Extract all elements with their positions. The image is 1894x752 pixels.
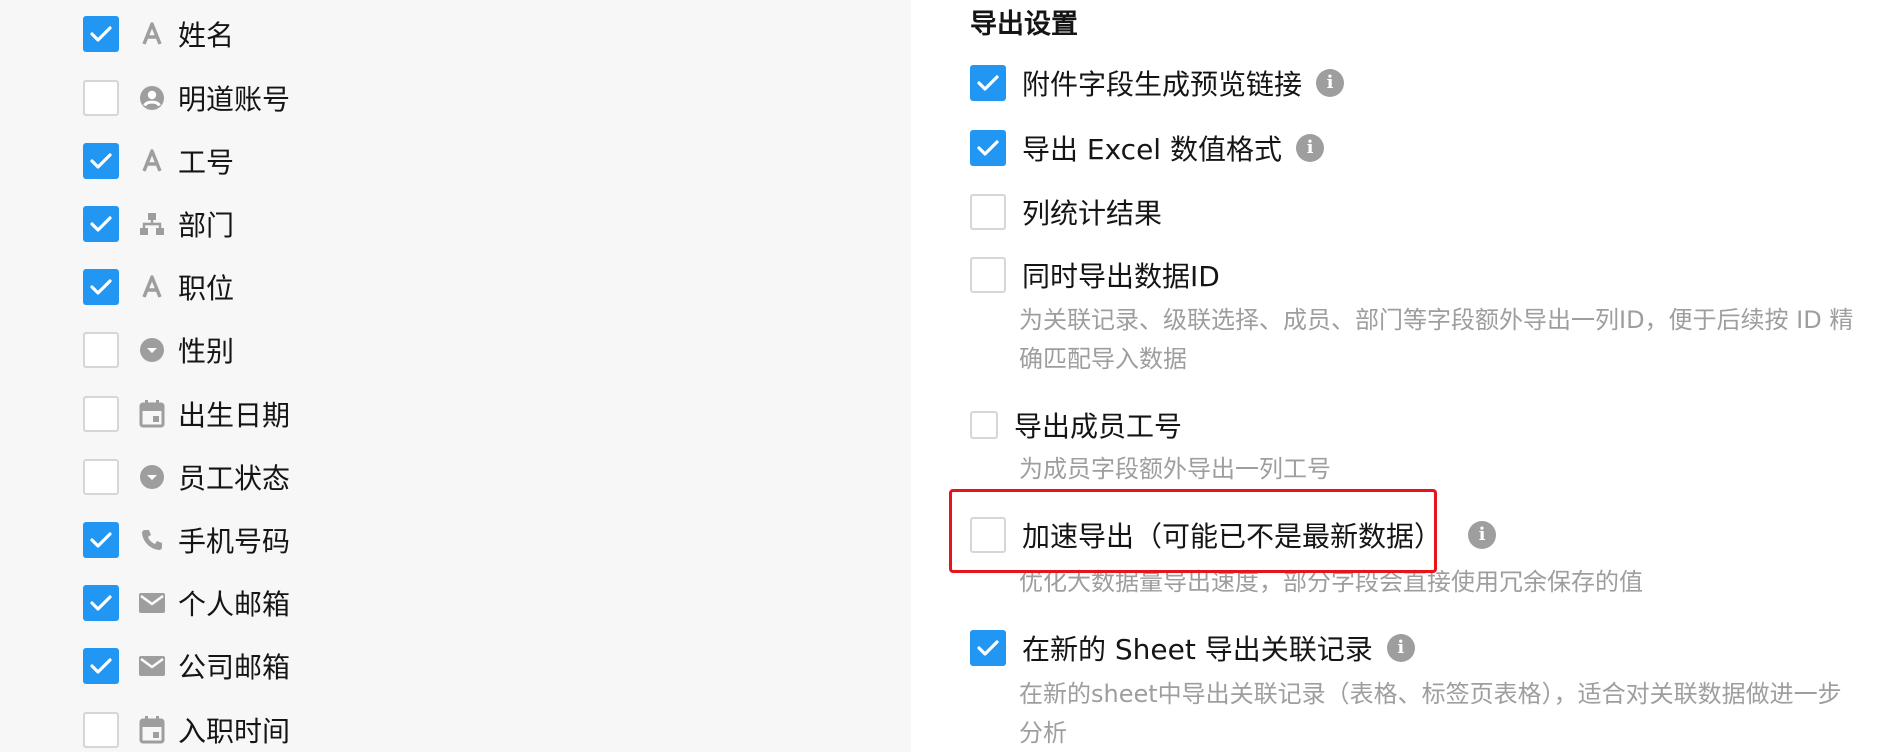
field-row-birthdate[interactable]: 出生日期: [83, 395, 290, 433]
calendar-icon: [139, 716, 165, 744]
field-list-panel: 姓名 明道账号 工号 部门 职位 性别 出生日期 员工状态 手机号码 个人邮箱 …: [0, 0, 911, 752]
field-label: 员工状态: [178, 462, 291, 495]
field-checkbox[interactable]: [83, 396, 119, 432]
text-icon: [139, 21, 165, 47]
option-export-data-id[interactable]: 同时导出数据ID: [970, 256, 1220, 294]
text-icon: [139, 148, 165, 174]
field-checkbox[interactable]: [83, 80, 119, 116]
field-checkbox[interactable]: [83, 269, 119, 305]
field-row-phone[interactable]: 手机号码: [83, 521, 290, 559]
option-export-member-id[interactable]: 导出成员工号: [970, 406, 1182, 444]
option-checkbox[interactable]: [970, 65, 1006, 101]
field-label: 职位: [178, 272, 235, 305]
field-label: 明道账号: [178, 83, 291, 116]
field-label: 手机号码: [178, 525, 291, 558]
info-icon[interactable]: i: [1295, 134, 1324, 162]
dropdown-circle-icon: [139, 337, 165, 363]
field-label: 个人邮箱: [178, 588, 291, 621]
field-row-gender[interactable]: 性别: [83, 331, 234, 369]
field-row-name[interactable]: 姓名: [83, 15, 234, 53]
option-related-records-new-sheet[interactable]: 在新的 Sheet 导出关联记录 i: [970, 629, 1415, 667]
option-label: 导出 Excel 数值格式: [1022, 133, 1282, 166]
option-attachment-preview-link[interactable]: 附件字段生成预览链接 i: [970, 64, 1345, 102]
field-checkbox[interactable]: [83, 143, 119, 179]
field-row-company-email[interactable]: 公司邮箱: [83, 647, 290, 685]
field-row-department[interactable]: 部门: [83, 205, 234, 243]
highlight-annotation: [949, 489, 1437, 573]
field-label: 部门: [178, 209, 235, 242]
option-checkbox[interactable]: [970, 130, 1006, 166]
option-label: 附件字段生成预览链接: [1022, 68, 1303, 101]
user-circle-icon: [139, 85, 165, 111]
field-label: 出生日期: [178, 399, 291, 432]
field-checkbox[interactable]: [83, 206, 119, 242]
calendar-icon: [139, 400, 165, 428]
mail-icon: [139, 590, 165, 616]
field-row-account[interactable]: 明道账号: [83, 79, 290, 117]
option-label: 同时导出数据ID: [1022, 260, 1220, 293]
field-label: 工号: [178, 146, 235, 179]
field-row-status[interactable]: 员工状态: [83, 458, 290, 496]
info-icon[interactable]: i: [1386, 634, 1415, 662]
export-dialog: 姓名 明道账号 工号 部门 职位 性别 出生日期 员工状态 手机号码 个人邮箱 …: [0, 0, 1894, 752]
option-checkbox[interactable]: [970, 411, 998, 439]
option-label: 在新的 Sheet 导出关联记录: [1022, 633, 1373, 666]
export-settings-panel: 导出设置 附件字段生成预览链接 i 导出 Excel 数值格式 i 列统计结果 …: [911, 0, 1894, 752]
field-checkbox[interactable]: [83, 522, 119, 558]
field-row-personal-email[interactable]: 个人邮箱: [83, 584, 290, 622]
field-label: 公司邮箱: [178, 651, 291, 684]
mail-icon: [139, 653, 165, 679]
info-icon[interactable]: i: [1468, 521, 1497, 549]
org-tree-icon: [139, 211, 165, 237]
info-icon[interactable]: i: [1316, 69, 1345, 97]
field-row-position[interactable]: 职位: [83, 268, 234, 306]
option-checkbox[interactable]: [970, 630, 1006, 666]
option-label: 列统计结果: [1022, 197, 1163, 230]
option-label: 导出成员工号: [1014, 410, 1183, 443]
option-description: 为成员字段额外导出一列工号: [1019, 455, 1331, 483]
field-label: 性别: [178, 335, 235, 368]
option-excel-number-format[interactable]: 导出 Excel 数值格式 i: [970, 129, 1324, 167]
dropdown-circle-icon: [139, 464, 165, 490]
option-column-stats[interactable]: 列统计结果: [970, 193, 1162, 231]
field-checkbox[interactable]: [83, 585, 119, 621]
field-label: 姓名: [178, 19, 235, 52]
option-checkbox[interactable]: [970, 194, 1006, 230]
option-description: 在新的sheet中导出关联记录（表格、标签页表格），适合对关联数据做进一步分析: [1019, 680, 1842, 747]
option-description: 为关联记录、级联选择、成员、部门等字段额外导出一列ID，便于后续按 ID 精确匹…: [1019, 306, 1854, 373]
option-checkbox[interactable]: [970, 257, 1006, 293]
field-checkbox[interactable]: [83, 648, 119, 684]
field-row-employee-id[interactable]: 工号: [83, 142, 234, 180]
phone-icon: [139, 527, 165, 553]
field-checkbox[interactable]: [83, 459, 119, 495]
field-checkbox[interactable]: [83, 16, 119, 52]
field-row-hire-date[interactable]: 入职时间: [83, 711, 290, 749]
field-label: 入职时间: [178, 715, 291, 748]
field-checkbox[interactable]: [83, 332, 119, 368]
text-icon: [139, 274, 165, 300]
section-title: 导出设置: [970, 9, 1078, 40]
field-checkbox[interactable]: [83, 712, 119, 748]
